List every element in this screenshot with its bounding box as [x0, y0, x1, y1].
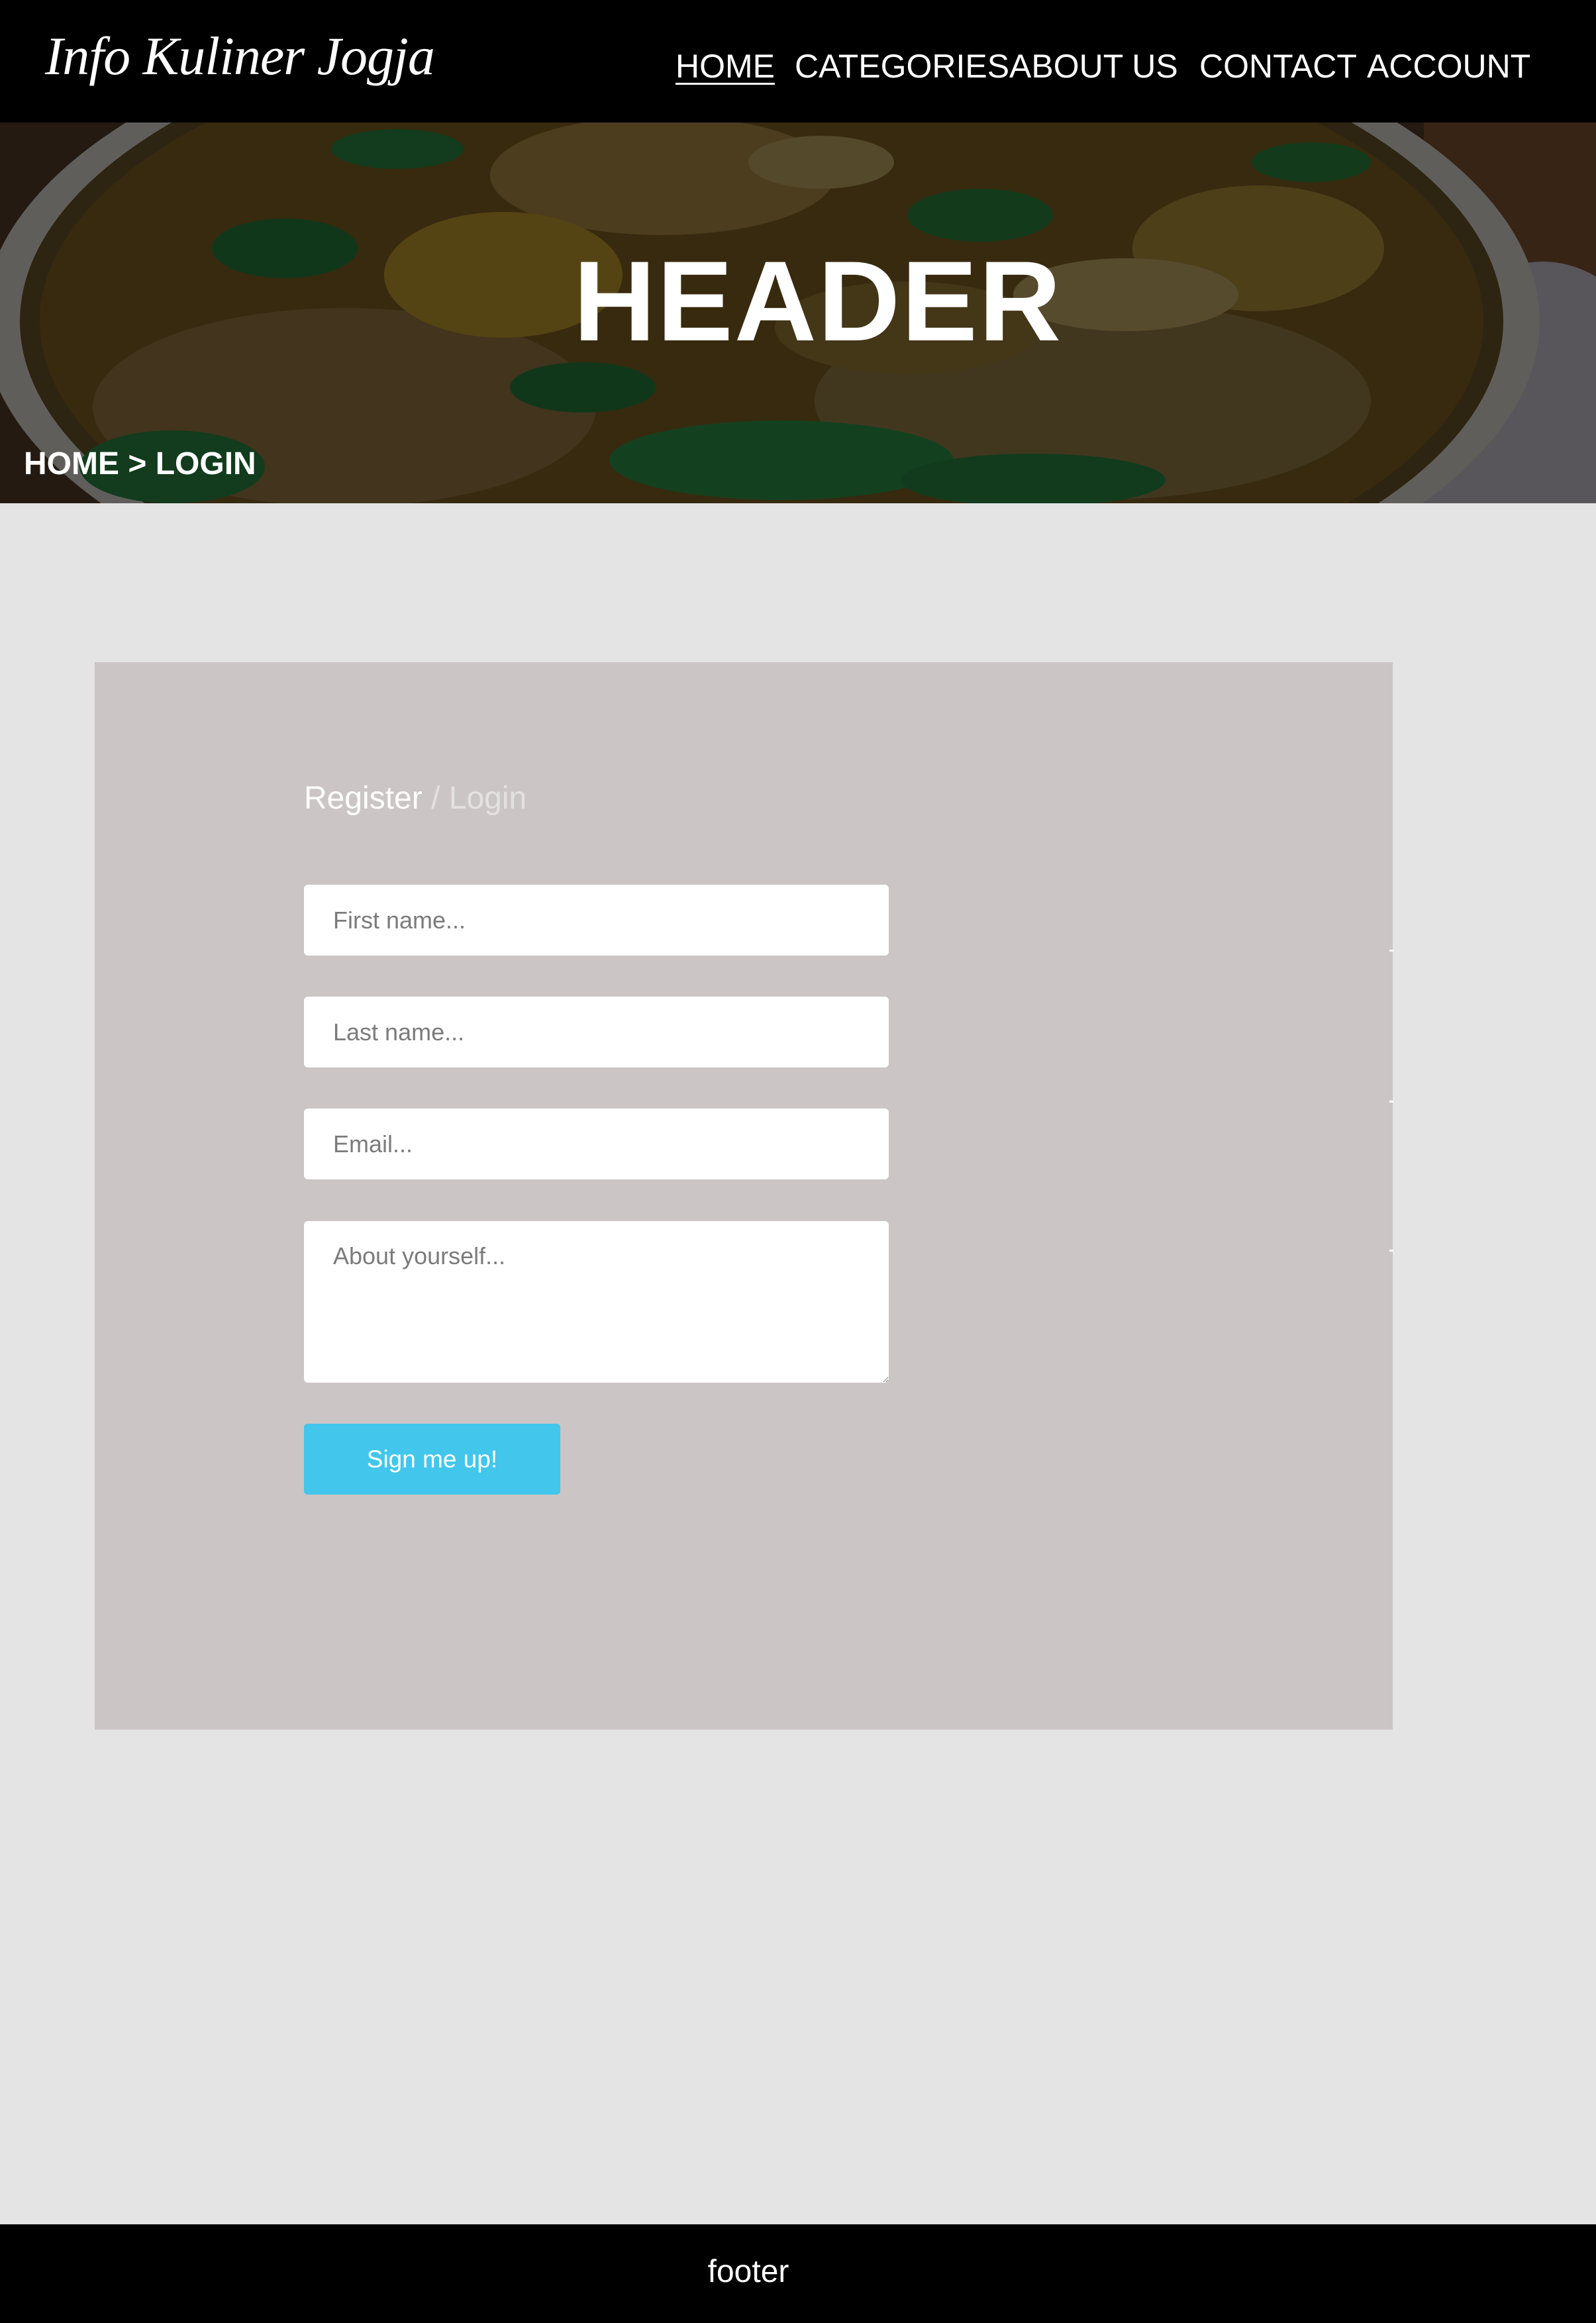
panel-divider — [1389, 1101, 1393, 1103]
first-name-input[interactable] — [304, 885, 889, 956]
form-heading: Register / Login — [304, 776, 526, 821]
hero-banner: HEADER HOME > LOGIN — [0, 123, 1596, 503]
register-panel — [95, 662, 1393, 1730]
sign-up-button[interactable]: Sign me up! — [304, 1424, 560, 1495]
breadcrumb-home[interactable]: HOME — [24, 446, 119, 481]
about-yourself-textarea[interactable] — [304, 1221, 889, 1383]
breadcrumb-separator: > — [128, 446, 147, 481]
footer-text: footer — [707, 2254, 789, 2289]
nav-categories[interactable]: CATEGORIES — [795, 45, 1009, 87]
nav-home[interactable]: HOME — [675, 45, 775, 87]
email-input[interactable] — [304, 1109, 889, 1179]
nav-contact[interactable]: CONTACT — [1199, 45, 1357, 87]
nav-account[interactable]: ACCOUNT — [1367, 45, 1530, 87]
nav-about-us[interactable]: ABOUT US — [1009, 45, 1178, 87]
heading-separator: / — [431, 781, 440, 816]
register-tab[interactable]: Register — [304, 781, 423, 816]
breadcrumb: HOME > LOGIN — [24, 444, 256, 484]
top-navbar: Info Kuliner Jogja HOME CATEGORIES ABOUT… — [0, 0, 1596, 123]
panel-divider — [1389, 950, 1393, 952]
breadcrumb-current: LOGIN — [155, 446, 256, 481]
panel-divider — [1389, 1250, 1393, 1252]
brand-logo[interactable]: Info Kuliner Jogja — [45, 20, 435, 93]
last-name-input[interactable] — [304, 997, 889, 1067]
footer: footer — [0, 2224, 1596, 2323]
hero-title: HEADER — [573, 238, 1063, 365]
login-tab[interactable]: Login — [449, 781, 526, 816]
